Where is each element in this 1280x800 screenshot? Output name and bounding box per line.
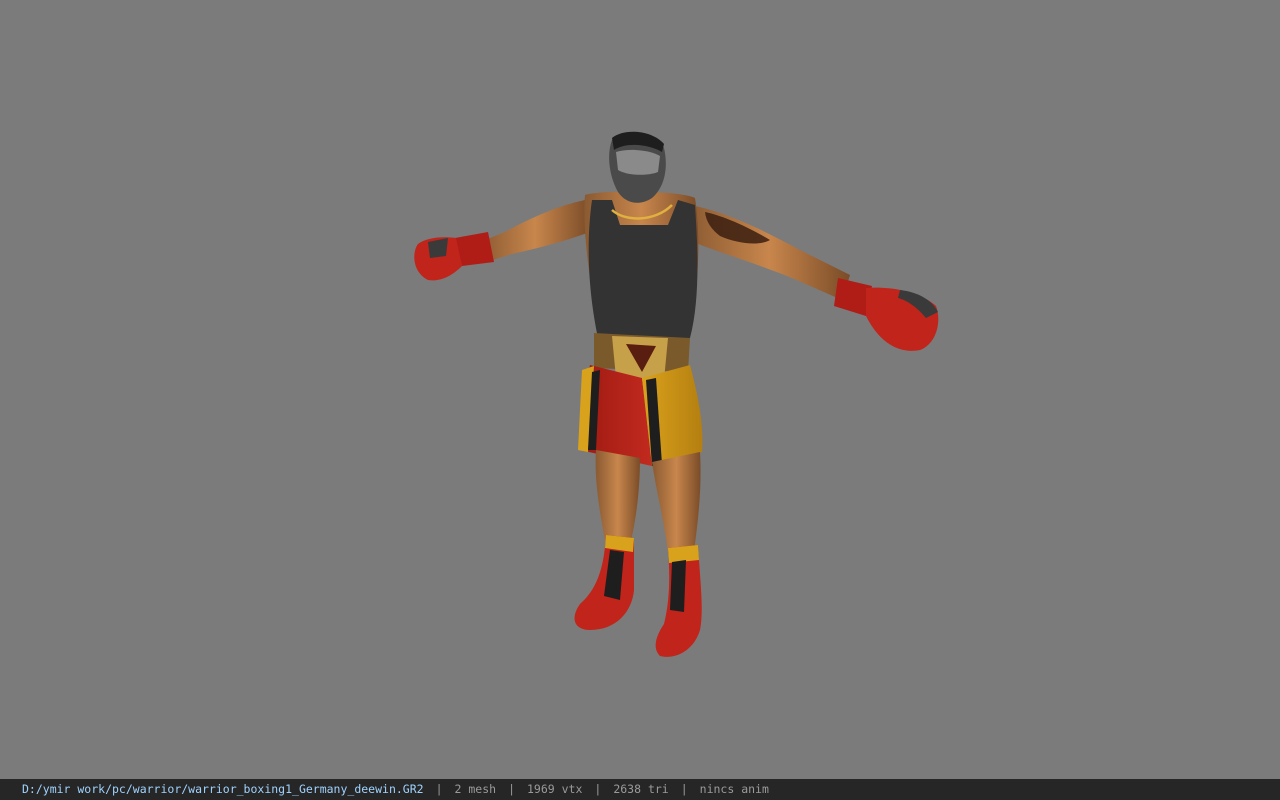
vertex-count: 1969 vtx [527, 782, 583, 796]
right-arm [688, 205, 939, 351]
separator: | [594, 782, 602, 796]
animation-status: nincs anim [699, 782, 769, 796]
boxing-boots [574, 535, 702, 657]
file-path: D:/ymir work/pc/warrior/warrior_boxing1_… [22, 782, 424, 796]
separator: | [508, 782, 515, 796]
character-model[interactable] [0, 0, 1280, 779]
3d-viewport[interactable] [0, 0, 1280, 779]
triangle-count: 2638 tri [613, 782, 669, 796]
torso [584, 191, 699, 338]
separator: | [435, 782, 443, 796]
mesh-count: 2 mesh [454, 782, 497, 796]
status-bar: D:/ymir work/pc/warrior/warrior_boxing1_… [0, 779, 1280, 800]
separator: | [680, 782, 688, 796]
left-arm [414, 200, 590, 281]
